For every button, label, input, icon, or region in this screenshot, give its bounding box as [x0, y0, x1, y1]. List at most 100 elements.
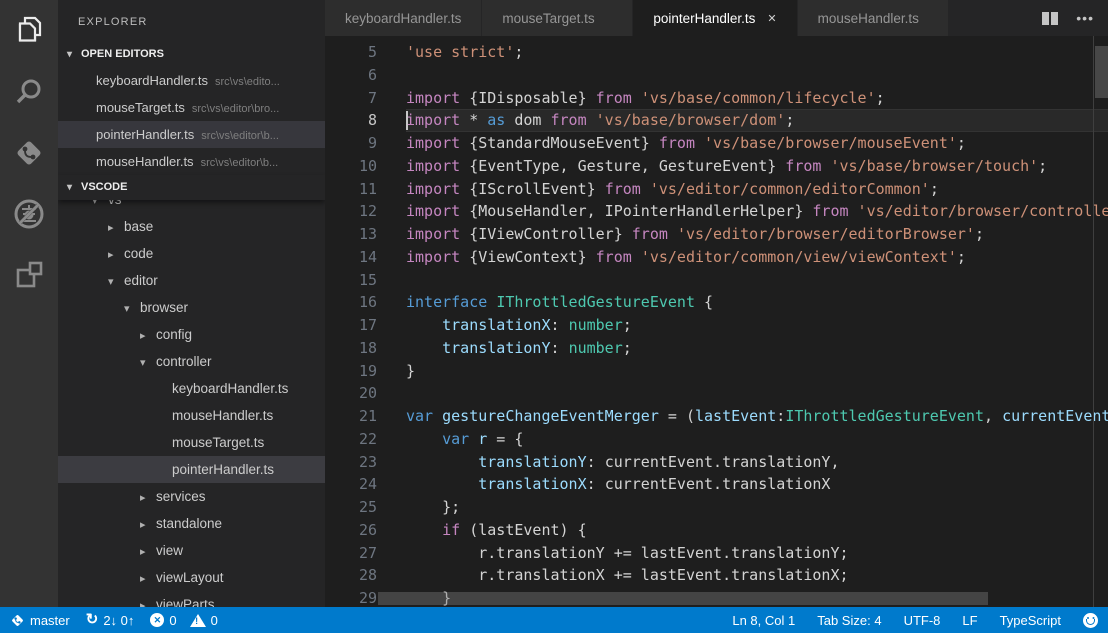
chevron-collapsed-icon: ▸: [140, 566, 156, 593]
cursor-position[interactable]: Ln 8, Col 1: [732, 613, 795, 628]
code-line-6[interactable]: 6: [325, 64, 1108, 87]
code-line-22[interactable]: 22 var r = {: [325, 428, 1108, 451]
tab-pointerHandler.ts[interactable]: pointerHandler.ts ✕: [633, 0, 796, 36]
tree-item-editor[interactable]: ▾editor: [58, 267, 325, 294]
code-line-15[interactable]: 15: [325, 269, 1108, 292]
tab-size-indicator[interactable]: Tab Size: 4: [817, 613, 881, 628]
feedback-smiley-icon[interactable]: [1083, 613, 1098, 628]
files-icon[interactable]: [0, 0, 58, 61]
chevron-collapsed-icon: ▸: [140, 512, 156, 539]
code-line-23[interactable]: 23 translationY: currentEvent.translatio…: [325, 451, 1108, 474]
status-bar: master ↻ 2↓ 0↑ ✕ 0 0 Ln 8, Col 1 Tab Siz…: [0, 607, 1108, 633]
tree-item-view[interactable]: ▸view: [58, 537, 325, 564]
warning-icon: [190, 614, 206, 627]
code-line-7[interactable]: 7import {IDisposable} from 'vs/base/comm…: [325, 87, 1108, 110]
tree-item-mouseTarget.ts[interactable]: mouseTarget.ts: [58, 429, 325, 456]
open-editors-header[interactable]: ▾OPEN EDITORS: [58, 42, 325, 67]
tree-item-keyboardHandler.ts[interactable]: keyboardHandler.ts: [58, 375, 325, 402]
language-indicator[interactable]: TypeScript: [1000, 613, 1061, 628]
line-number: 27: [325, 542, 377, 565]
tree-item-viewParts[interactable]: ▸viewParts: [58, 591, 325, 607]
open-editor-pointerHandler.ts[interactable]: pointerHandler.tssrc\vs\editor\b...: [58, 121, 325, 148]
line-number: 11: [325, 178, 377, 201]
tab-actions: •••: [1042, 0, 1108, 36]
sidebar-title: EXPLORER: [58, 0, 325, 42]
code-line-12[interactable]: 12import {MouseHandler, IPointerHandlerH…: [325, 200, 1108, 223]
line-number: 12: [325, 200, 377, 223]
code-line-5[interactable]: 5'use strict';: [325, 41, 1108, 64]
tree-item-standalone[interactable]: ▸standalone: [58, 510, 325, 537]
code-line-19[interactable]: 19}: [325, 360, 1108, 383]
code-line-8[interactable]: 8import * as dom from 'vs/base/browser/d…: [325, 109, 1108, 132]
code-line-20[interactable]: 20: [325, 382, 1108, 405]
code-line-24[interactable]: 24 translationX: currentEvent.translatio…: [325, 473, 1108, 496]
open-editor-mouseTarget.ts[interactable]: mouseTarget.tssrc\vs\editor\bro...: [58, 94, 325, 121]
chevron-collapsed-icon: ▸: [108, 215, 124, 242]
line-number: 19: [325, 360, 377, 383]
code-line-18[interactable]: 18 translationY: number;: [325, 337, 1108, 360]
sync-status[interactable]: ↻ 2↓ 0↑: [86, 613, 135, 628]
tree-item-code[interactable]: ▸code: [58, 240, 325, 267]
editor-group: keyboardHandler.tsmouseTarget.tspointerH…: [325, 0, 1108, 607]
git-branch-icon: [10, 613, 25, 628]
encoding-indicator[interactable]: UTF-8: [904, 613, 941, 628]
tab-strip: keyboardHandler.tsmouseTarget.tspointerH…: [325, 0, 949, 36]
eol-indicator[interactable]: LF: [962, 613, 977, 628]
chevron-expanded-icon: ▾: [67, 175, 81, 200]
horizontal-scrollbar[interactable]: [378, 592, 988, 605]
tree-item-browser[interactable]: ▾browser: [58, 294, 325, 321]
code-line-16[interactable]: 16interface IThrottledGestureEvent {: [325, 291, 1108, 314]
code-line-25[interactable]: 25 };: [325, 496, 1108, 519]
tree-item-mouseHandler.ts[interactable]: mouseHandler.ts: [58, 402, 325, 429]
line-number: 15: [325, 269, 377, 292]
vertical-scrollbar[interactable]: [1095, 46, 1108, 98]
close-icon[interactable]: ✕: [767, 12, 776, 25]
tab-keyboardHandler.ts[interactable]: keyboardHandler.ts: [325, 0, 481, 36]
code-line-21[interactable]: 21var gestureChangeEventMerger = (lastEv…: [325, 405, 1108, 428]
code-editor[interactable]: 5'use strict';67import {IDisposable} fro…: [325, 36, 1108, 607]
code-line-10[interactable]: 10import {EventType, Gesture, GestureEve…: [325, 155, 1108, 178]
tree-item-pointerHandler.ts[interactable]: pointerHandler.ts: [58, 456, 325, 483]
search-icon[interactable]: [0, 61, 58, 122]
tab-mouseTarget.ts[interactable]: mouseTarget.ts: [482, 0, 632, 36]
tab-bar: keyboardHandler.tsmouseTarget.tspointerH…: [325, 0, 1108, 36]
chevron-collapsed-icon: ▸: [140, 593, 156, 607]
code-line-11[interactable]: 11import {IScrollEvent} from 'vs/editor/…: [325, 178, 1108, 201]
text-cursor: [406, 111, 408, 130]
split-editor-icon[interactable]: [1042, 12, 1058, 25]
code-line-14[interactable]: 14import {ViewContext} from 'vs/editor/c…: [325, 246, 1108, 269]
code-line-17[interactable]: 17 translationX: number;: [325, 314, 1108, 337]
code-line-13[interactable]: 13import {IViewController} from 'vs/edit…: [325, 223, 1108, 246]
line-number: 26: [325, 519, 377, 542]
tree-item-base[interactable]: ▸base: [58, 213, 325, 240]
git-branch-status[interactable]: master: [10, 613, 70, 628]
open-editor-keyboardHandler.ts[interactable]: keyboardHandler.tssrc\vs\edito...: [58, 67, 325, 94]
line-number: 24: [325, 473, 377, 496]
code-line-27[interactable]: 27 r.translationY += lastEvent.translati…: [325, 542, 1108, 565]
problems-status[interactable]: ✕ 0 0: [150, 613, 217, 628]
tree-item-config[interactable]: ▸config: [58, 321, 325, 348]
tab-label: pointerHandler.ts: [653, 11, 755, 26]
extensions-icon[interactable]: [0, 244, 58, 305]
line-number: 18: [325, 337, 377, 360]
open-editors-list: keyboardHandler.tssrc\vs\edito...mouseTa…: [58, 67, 325, 175]
code-line-28[interactable]: 28 r.translationX += lastEvent.translati…: [325, 564, 1108, 587]
tree-item-controller[interactable]: ▾controller: [58, 348, 325, 375]
more-actions-icon[interactable]: •••: [1076, 0, 1094, 36]
tree-item-vs[interactable]: ▾vs: [58, 200, 325, 213]
line-number: 17: [325, 314, 377, 337]
line-number: 23: [325, 451, 377, 474]
line-number: 25: [325, 496, 377, 519]
line-number: 8: [325, 109, 377, 132]
debug-icon[interactable]: [0, 183, 58, 244]
tab-mouseHandler.ts[interactable]: mouseHandler.ts: [798, 0, 948, 36]
sidebar-explorer: EXPLORER ▾OPEN EDITORS keyboardHandler.t…: [58, 0, 325, 607]
line-number: 6: [325, 64, 377, 87]
open-editor-mouseHandler.ts[interactable]: mouseHandler.tssrc\vs\editor\b...: [58, 148, 325, 175]
folder-section-header[interactable]: ▾VSCODE: [58, 175, 325, 200]
tree-item-viewLayout[interactable]: ▸viewLayout: [58, 564, 325, 591]
code-line-26[interactable]: 26 if (lastEvent) {: [325, 519, 1108, 542]
source-control-icon[interactable]: [0, 122, 58, 183]
code-line-9[interactable]: 9import {StandardMouseEvent} from 'vs/ba…: [325, 132, 1108, 155]
tree-item-services[interactable]: ▸services: [58, 483, 325, 510]
